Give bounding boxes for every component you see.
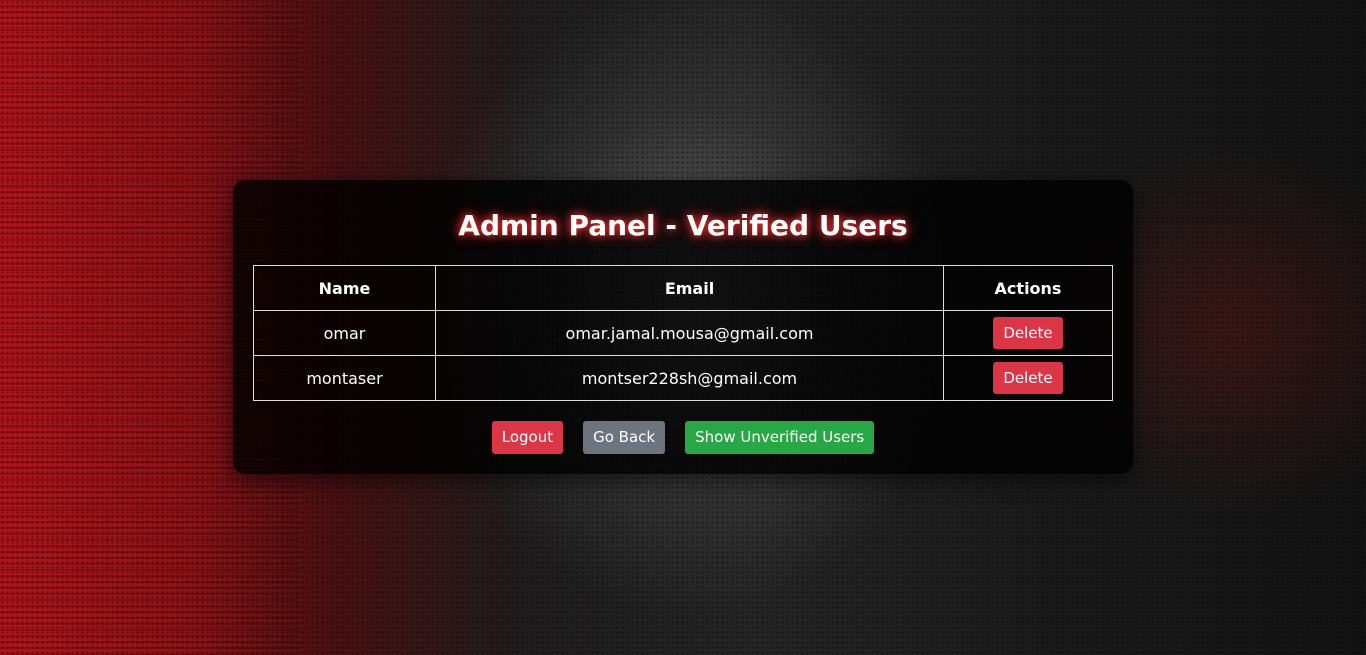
column-header-email: Email: [435, 265, 944, 311]
user-name-cell: montaser: [253, 355, 436, 401]
table-row: omar omar.jamal.mousa@gmail.com Delete: [253, 310, 1113, 356]
admin-panel: Admin Panel - Verified Users Name Email …: [233, 180, 1133, 474]
delete-user-button[interactable]: Delete: [993, 317, 1063, 349]
user-email-cell: montser228sh@gmail.com: [435, 355, 944, 401]
user-name-cell: omar: [253, 310, 436, 356]
verified-users-table: Name Email Actions omar omar.jamal.mousa…: [253, 265, 1113, 401]
user-actions-cell: Delete: [943, 355, 1113, 401]
table-row: montaser montser228sh@gmail.com Delete: [253, 355, 1113, 401]
show-unverified-users-button[interactable]: Show Unverified Users: [685, 421, 875, 454]
column-header-actions: Actions: [943, 265, 1113, 311]
panel-actions: Logout Go Back Show Unverified Users: [253, 421, 1113, 454]
user-email-cell: omar.jamal.mousa@gmail.com: [435, 310, 944, 356]
delete-user-button[interactable]: Delete: [993, 362, 1063, 394]
table-header-row: Name Email Actions: [253, 265, 1113, 311]
page-title: Admin Panel - Verified Users: [458, 209, 908, 242]
logout-button[interactable]: Logout: [491, 421, 564, 454]
user-actions-cell: Delete: [943, 310, 1113, 356]
go-back-button[interactable]: Go Back: [583, 421, 666, 454]
column-header-name: Name: [253, 265, 436, 311]
